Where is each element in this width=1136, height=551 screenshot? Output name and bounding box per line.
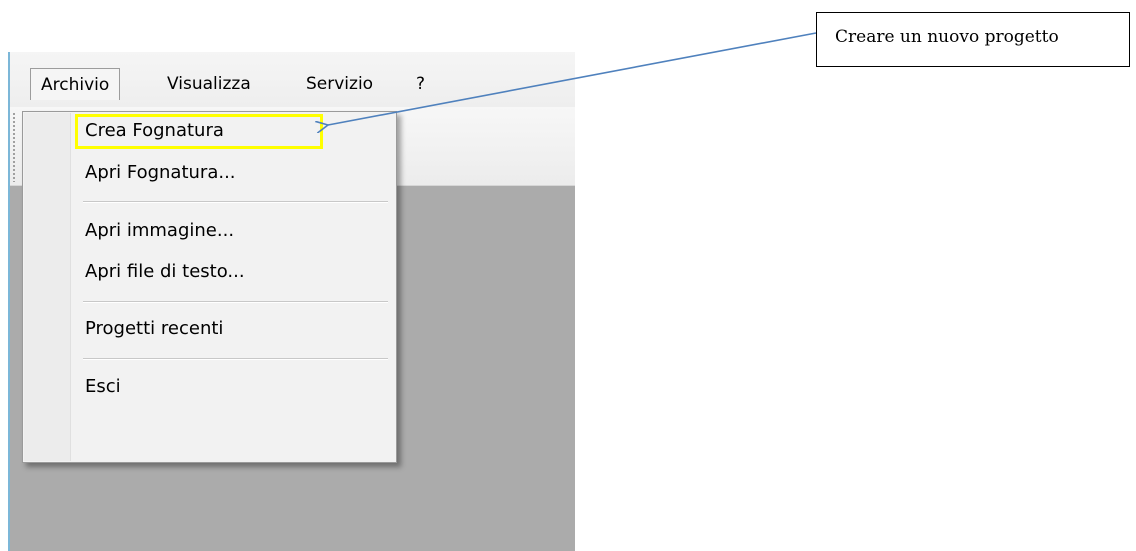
callout-box: Creare un nuovo progetto bbox=[816, 12, 1130, 67]
callout-arrow bbox=[0, 32, 817, 551]
callout-text: Creare un nuovo progetto bbox=[835, 27, 1059, 47]
